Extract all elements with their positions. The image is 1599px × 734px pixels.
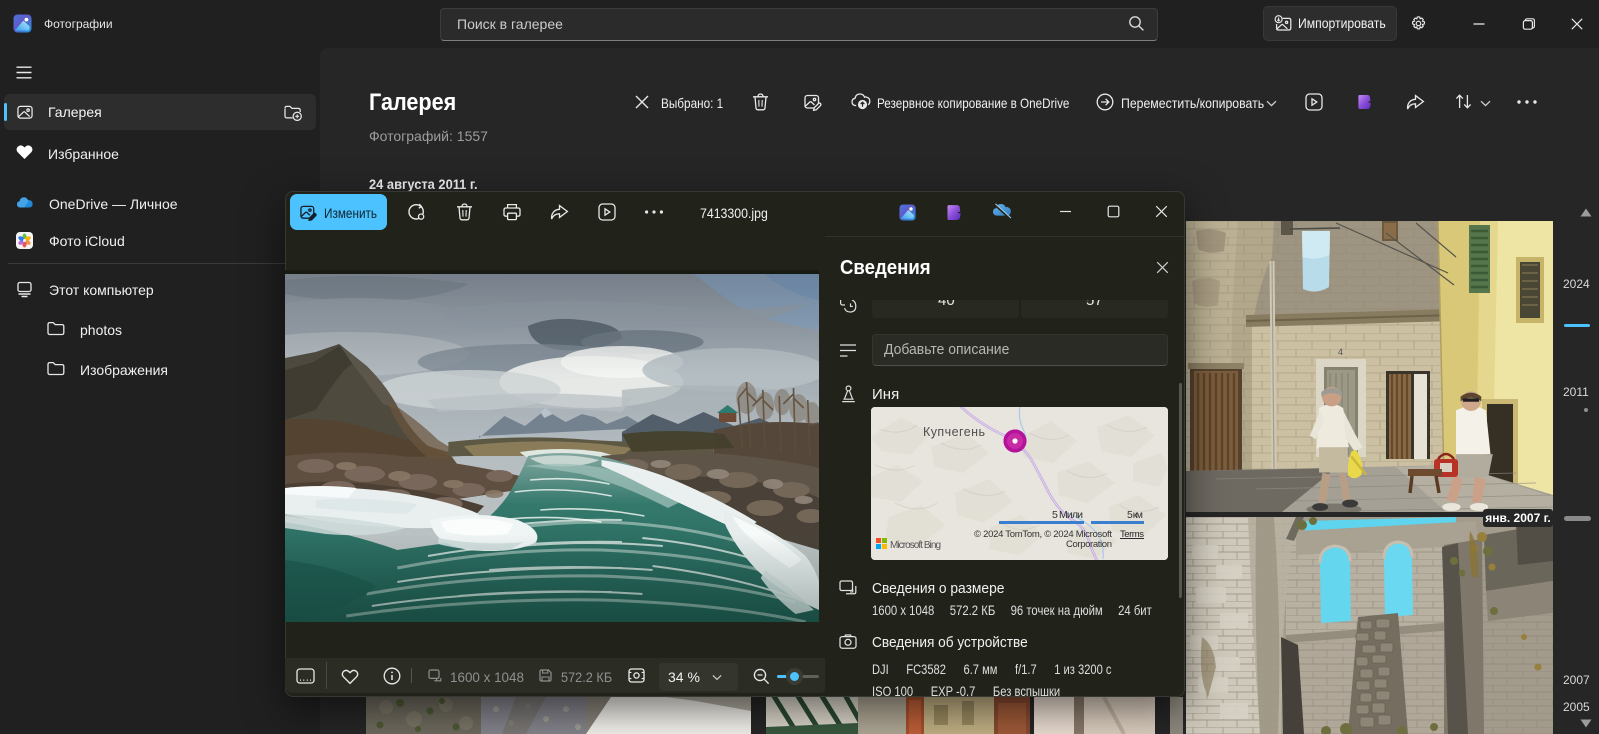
svg-text:Terms: Terms [1120,529,1144,540]
svg-text:Microsoft Bing: Microsoft Bing [890,540,941,551]
svg-text:Corporation: Corporation [1066,539,1112,550]
svg-text:Купчегень: Купчегень [923,425,985,439]
svg-text:5 Мили: 5 Мили [1052,509,1083,521]
svg-text:4: 4 [1338,347,1343,357]
svg-text:5 км: 5 км [1127,509,1143,521]
